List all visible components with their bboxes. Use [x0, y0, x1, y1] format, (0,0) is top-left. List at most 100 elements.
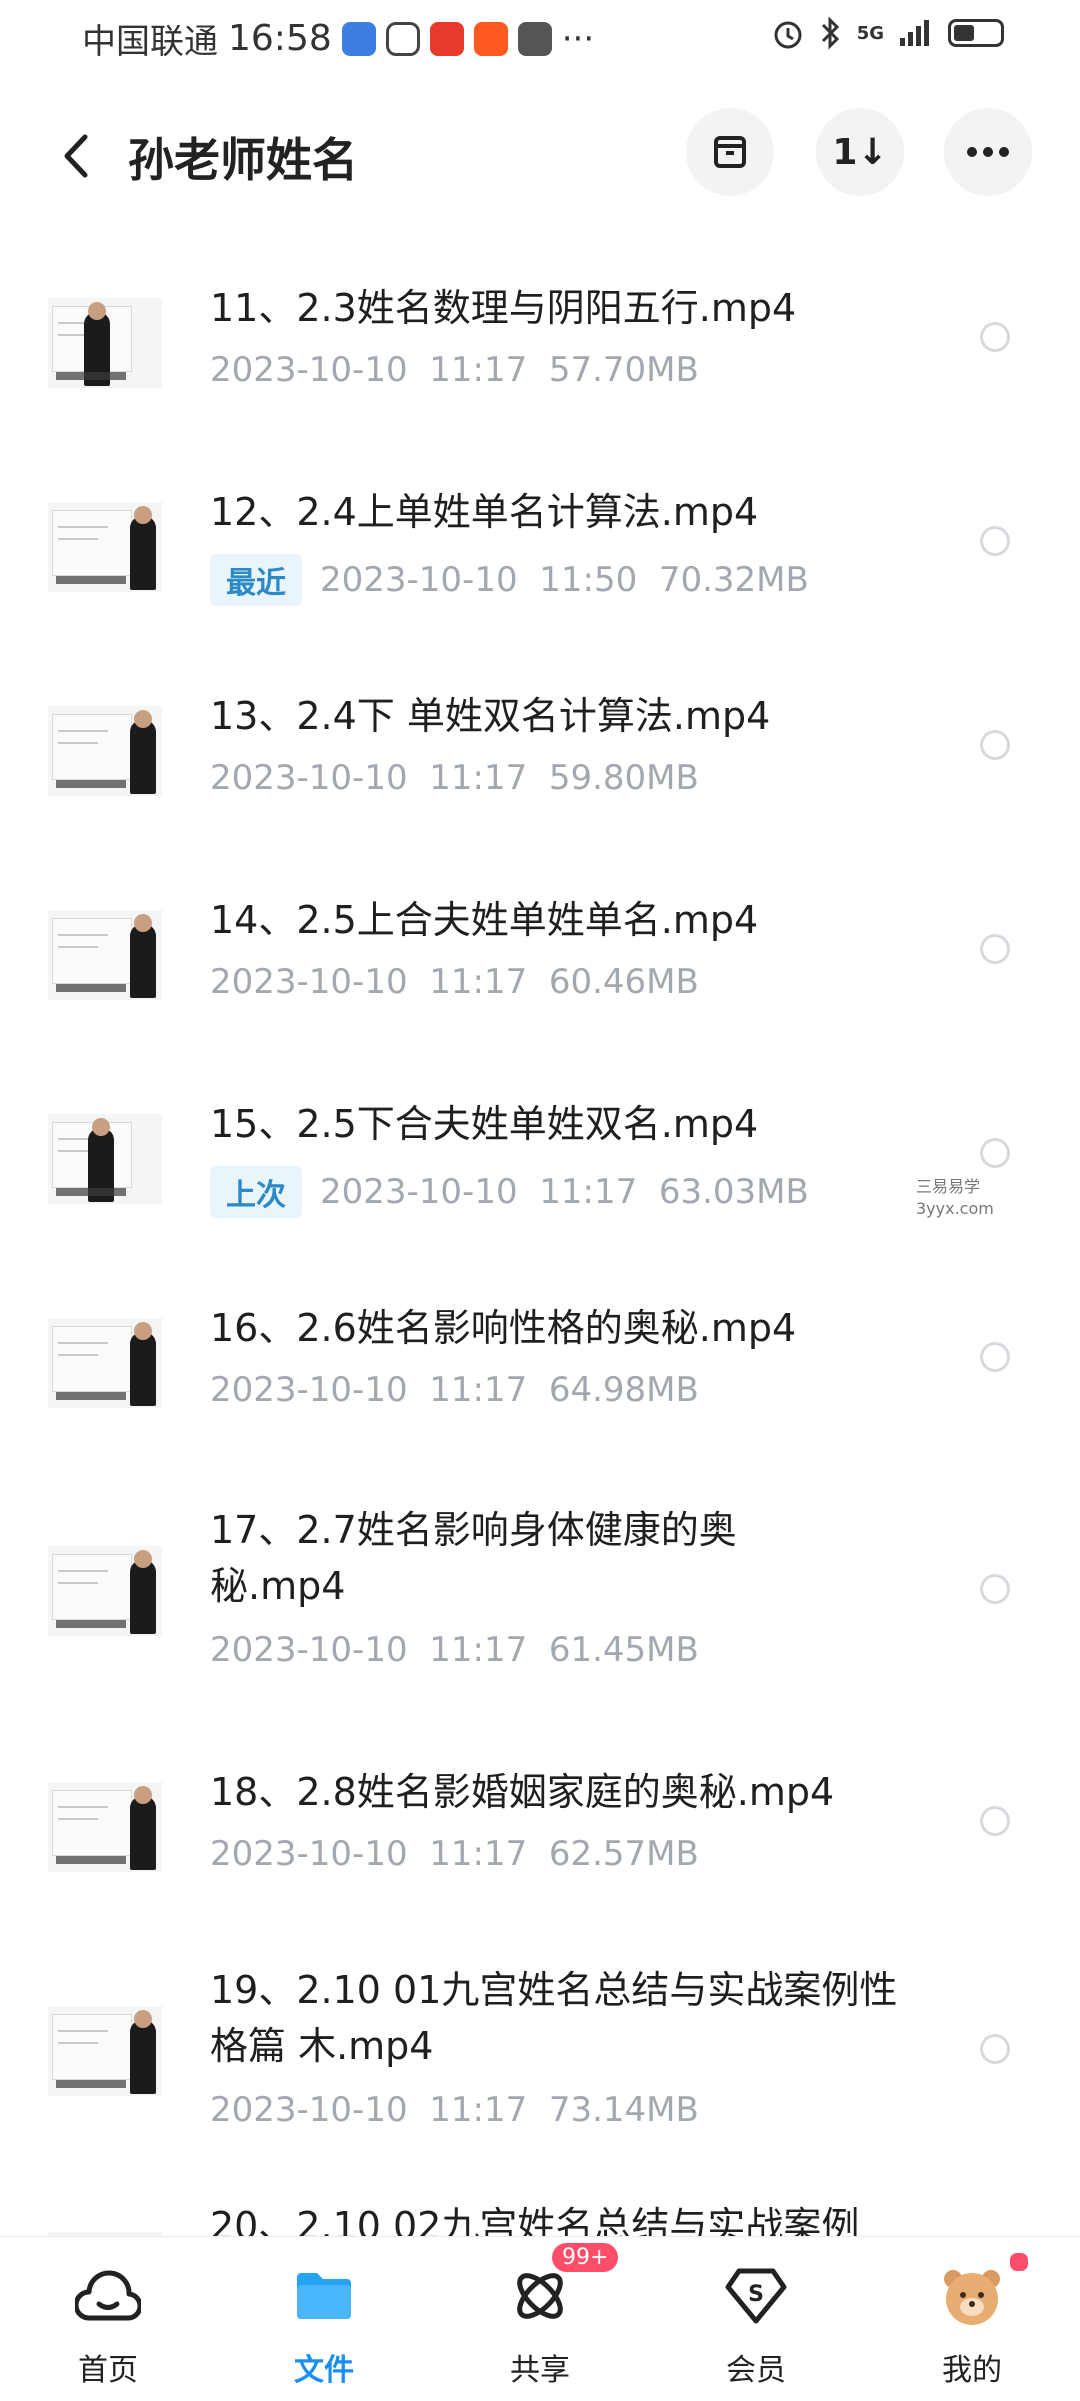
file-meta: 最近 2023-10-10 11:50 70.32MB — [210, 554, 809, 606]
file-row[interactable]: 16、2.6姓名影响性格的奥秘.mp4 2023-10-10 11:17 64.… — [0, 1290, 1080, 1450]
file-date: 2023-10-10 — [210, 1630, 408, 1670]
nav-share[interactable]: 99+ 共享 — [432, 2237, 648, 2401]
header: 孙老师姓名 1↓ — [0, 108, 1080, 204]
file-time: 11:17 — [429, 962, 528, 1002]
video-thumbnail — [48, 502, 162, 592]
file-size: 70.32MB — [658, 560, 809, 600]
file-name: 19、2.10 01九宫姓名总结与实战案例性格篇 木.mp4 — [210, 1968, 898, 2068]
video-thumbnail — [48, 706, 162, 796]
status-bar: 中国联通 16:58 ··· 5G — [0, 0, 1080, 72]
file-size: 57.70MB — [548, 350, 699, 390]
file-time: 11:17 — [429, 758, 528, 798]
select-radio[interactable] — [980, 1342, 1010, 1372]
file-meta: 2023-10-10 11:17 73.14MB — [210, 2090, 699, 2130]
app-huawei-icon — [517, 21, 552, 56]
file-time: 11:17 — [429, 1834, 528, 1874]
file-time: 11:50 — [539, 560, 638, 600]
bluetooth-icon — [821, 16, 839, 50]
last-played-tag: 上次 — [210, 1166, 302, 1218]
file-date: 2023-10-10 — [210, 758, 408, 798]
file-name: 20、2.10 02九宫姓名总结与实战案例 — [210, 2204, 860, 2236]
select-radio[interactable] — [980, 1574, 1010, 1604]
video-thumbnail — [48, 1546, 162, 1636]
file-time: 11:17 — [539, 1172, 638, 1212]
select-radio[interactable] — [980, 2034, 1010, 2064]
svg-text:S: S — [748, 2282, 764, 2307]
nav-files[interactable]: 文件 — [216, 2237, 432, 2401]
file-meta: 2023-10-10 11:17 57.70MB — [210, 350, 699, 390]
video-thumbnail — [48, 1114, 162, 1204]
file-meta: 2023-10-10 11:17 59.80MB — [210, 758, 699, 798]
file-date: 2023-10-10 — [210, 962, 408, 1002]
carrier-label: 中国联通 — [82, 22, 218, 62]
share-count-badge: 99+ — [552, 2243, 619, 2272]
nav-home[interactable]: 首页 — [0, 2237, 216, 2401]
video-thumbnail — [48, 2006, 162, 2096]
file-row[interactable]: 14、2.5上合夫姓单姓单名.mp4 2023-10-10 11:17 60.4… — [0, 882, 1080, 1042]
video-thumbnail — [48, 298, 162, 388]
signal-icon — [900, 20, 929, 46]
file-name: 12、2.4上单姓单名计算法.mp4 — [210, 490, 759, 534]
select-radio[interactable] — [980, 730, 1010, 760]
recent-tag: 最近 — [210, 554, 302, 606]
file-size: 59.80MB — [548, 758, 699, 798]
nav-profile[interactable]: 我的 — [864, 2237, 1080, 2401]
app-shield-icon — [341, 21, 376, 56]
network-type-label: 5G — [856, 22, 884, 44]
nav-label: 首页 — [78, 2353, 138, 2388]
file-date: 2023-10-10 — [210, 1370, 408, 1410]
file-date: 2023-10-10 — [320, 560, 518, 600]
file-row[interactable]: 18、2.8姓名影婚姻家庭的奥秘.mp4 2023-10-10 11:17 62… — [0, 1754, 1080, 1914]
file-name: 13、2.4下 单姓双名计算法.mp4 — [210, 694, 771, 738]
file-size: 61.45MB — [548, 1630, 699, 1670]
video-thumbnail — [48, 1782, 162, 1872]
nav-vip[interactable]: S 会员 — [648, 2237, 864, 2401]
select-radio[interactable] — [980, 1138, 1010, 1168]
file-time: 11:17 — [429, 2090, 528, 2130]
nav-label: 文件 — [294, 2353, 354, 2388]
nav-label: 共享 — [510, 2353, 570, 2388]
select-radio[interactable] — [980, 934, 1010, 964]
archive-button[interactable] — [686, 108, 774, 196]
file-meta: 2023-10-10 11:17 62.57MB — [210, 1834, 699, 1874]
sort-icon: 1↓ — [832, 131, 888, 173]
select-radio[interactable] — [980, 1806, 1010, 1836]
file-meta: 2023-10-10 11:17 64.98MB — [210, 1370, 699, 1410]
notification-dot — [1008, 2251, 1030, 2273]
file-date: 2023-10-10 — [210, 1834, 408, 1874]
select-radio[interactable] — [980, 526, 1010, 556]
file-row[interactable]: 13、2.4下 单姓双名计算法.mp4 2023-10-10 11:17 59.… — [0, 678, 1080, 838]
sort-button[interactable]: 1↓ — [816, 108, 904, 196]
more-notifications-icon: ··· — [561, 18, 595, 59]
file-row[interactable]: 11、2.3姓名数理与阴阳五行.mp4 2023-10-10 11:17 57.… — [0, 270, 1080, 430]
back-button[interactable] — [46, 126, 106, 186]
app-taobao-icon — [473, 21, 508, 56]
video-thumbnail — [48, 1318, 162, 1408]
file-size: 63.03MB — [658, 1172, 809, 1212]
file-name: 17、2.7姓名影响身体健康的奥秘.mp4 — [210, 1508, 737, 1608]
nav-label: 会员 — [726, 2353, 786, 2388]
vip-diamond-icon: S — [721, 2261, 791, 2331]
file-date: 2023-10-10 — [210, 2090, 408, 2130]
video-thumbnail — [48, 910, 162, 1000]
alarm-icon — [774, 21, 802, 49]
chevron-left-icon — [64, 134, 88, 178]
file-size: 73.14MB — [548, 2090, 699, 2130]
file-date: 2023-10-10 — [210, 350, 408, 390]
app-u-icon — [385, 21, 420, 56]
file-meta: 2023-10-10 11:17 60.46MB — [210, 962, 699, 1002]
file-row[interactable]: 15、2.5下合夫姓单姓双名.mp4 上次 2023-10-10 11:17 6… — [0, 1086, 1080, 1246]
battery-icon — [948, 19, 1004, 47]
file-size: 62.57MB — [548, 1834, 699, 1874]
file-name: 14、2.5上合夫姓单姓单名.mp4 — [210, 898, 759, 942]
file-row[interactable]: 12、2.4上单姓单名计算法.mp4 最近 2023-10-10 11:50 7… — [0, 474, 1080, 634]
file-name: 18、2.8姓名影婚姻家庭的奥秘.mp4 — [210, 1770, 835, 1814]
cloud-home-icon — [73, 2261, 143, 2331]
select-radio[interactable] — [980, 322, 1010, 352]
app-redbag-icon — [429, 21, 464, 56]
file-row[interactable]: 17、2.7姓名影响身体健康的奥秘.mp4 2023-10-10 11:17 6… — [0, 1494, 1080, 1714]
more-options-button[interactable] — [944, 108, 1032, 196]
page-title: 孙老师姓名 — [128, 133, 358, 187]
file-row[interactable]: 20、2.10 02九宫姓名总结与实战案例 — [0, 2196, 1080, 2236]
file-row[interactable]: 19、2.10 01九宫姓名总结与实战案例性格篇 木.mp4 2023-10-1… — [0, 1954, 1080, 2174]
